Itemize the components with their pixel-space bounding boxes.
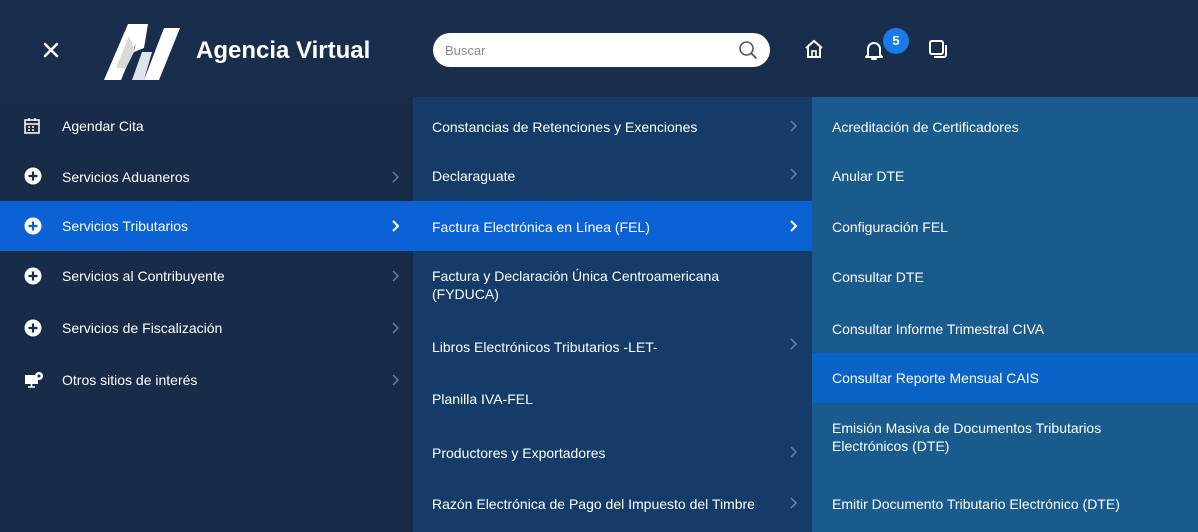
- menu-item-emision-masiva[interactable]: Emisión Masiva de Documentos Tributarios…: [812, 411, 1198, 467]
- chevron-right-icon: [392, 171, 399, 183]
- menu-item-label: Emitir Documento Tributario Electrónico …: [832, 496, 1120, 512]
- menu-item-anular-dte[interactable]: Anular DTE: [812, 151, 1198, 199]
- menu-item-label: Consultar Reporte Mensual CAIS: [832, 370, 1039, 386]
- chevron-right-icon: [392, 270, 399, 282]
- menu-item-factura-electronica[interactable]: Factura Electrónica en Línea (FEL): [413, 201, 812, 251]
- chevron-right-icon: [790, 338, 797, 350]
- menu-item-consultar-dte[interactable]: Consultar DTE: [812, 255, 1198, 303]
- menu-item-label: Servicios de Fiscalización: [62, 320, 223, 336]
- search-input[interactable]: [445, 39, 715, 61]
- menu-item-fyduca[interactable]: Factura y Declaración Única Centroameric…: [413, 257, 812, 313]
- chevron-right-icon: [790, 168, 797, 180]
- menu-item-label: Otros sitios de interés: [62, 372, 198, 388]
- menu-item-consultar-informe-civa[interactable]: Consultar Informe Trimestral CIVA: [812, 307, 1198, 355]
- notification-count-badge: 5: [883, 28, 909, 54]
- menu-item-label: Servicios al Contribuyente: [62, 268, 225, 284]
- calendar-icon: [24, 118, 40, 134]
- menu-item-label: Declaraguate: [432, 168, 516, 184]
- menu-item-libros-electronicos[interactable]: Libros Electrónicos Tributarios -LET-: [413, 325, 812, 371]
- menu-item-label: Factura y Declaración Única Centroameric…: [432, 268, 720, 302]
- menu-level-3: Acreditación de Certificadores Anular DT…: [812, 97, 1198, 532]
- menu-item-agendar-cita[interactable]: Agendar Cita: [0, 105, 413, 147]
- top-header: Agencia Virtual 5: [0, 0, 1198, 97]
- monitor-gear-icon: [25, 372, 43, 388]
- menu-item-label: Razón Electrónica de Pago del Impuesto d…: [432, 496, 755, 512]
- chevron-right-icon: [392, 220, 400, 232]
- menu-level-2: Constancias de Retenciones y Exenciones …: [413, 97, 812, 532]
- menu-item-servicios-aduaneros[interactable]: Servicios Aduaneros: [0, 153, 413, 201]
- close-icon[interactable]: [38, 37, 64, 63]
- menu-item-servicios-de-fiscalizacion[interactable]: Servicios de Fiscalización: [0, 307, 413, 355]
- menu-item-label: Emisión Masiva de Documentos Tributarios…: [832, 420, 1102, 454]
- windows-icon[interactable]: [927, 38, 949, 60]
- menu-item-label: Consultar Informe Trimestral CIVA: [832, 321, 1045, 337]
- agencia-virtual-app: Agencia Virtual 5: [0, 0, 1198, 532]
- menu-item-configuracion-fel[interactable]: Configuración FEL: [812, 203, 1198, 251]
- chevron-right-icon: [790, 220, 798, 232]
- plus-circle-icon: [24, 167, 42, 185]
- brand-title: Agencia Virtual: [196, 37, 371, 64]
- menu-item-planilla-iva-fel[interactable]: Planilla IVA-FEL: [413, 377, 812, 425]
- menu-item-label: Constancias de Retenciones y Exenciones: [432, 119, 698, 135]
- menu-level-1: Agendar Cita Servicios Aduaneros Servici…: [0, 97, 413, 532]
- menu-item-declaraguate[interactable]: Declaraguate: [413, 151, 812, 199]
- home-icon[interactable]: [803, 38, 825, 60]
- plus-circle-icon: [24, 267, 42, 285]
- chevron-right-icon: [790, 497, 797, 509]
- menu-item-label: Acreditación de Certificadores: [832, 119, 1019, 135]
- menu-item-label: Servicios Aduaneros: [62, 169, 190, 185]
- menu-item-label: Libros Electrónicos Tributarios -LET-: [432, 339, 658, 355]
- chevron-right-icon: [790, 446, 797, 458]
- search-bar[interactable]: [433, 33, 770, 67]
- menu-item-label: Anular DTE: [832, 168, 905, 184]
- menu-item-acreditacion[interactable]: Acreditación de Certificadores: [812, 103, 1198, 149]
- chevron-right-icon: [392, 322, 399, 334]
- menu-item-constancias[interactable]: Constancias de Retenciones y Exenciones: [413, 103, 812, 149]
- menu-item-servicios-al-contribuyente[interactable]: Servicios al Contribuyente: [0, 255, 413, 303]
- menu-item-label: Consultar DTE: [832, 269, 924, 285]
- menu-item-consultar-reporte-cais[interactable]: Consultar Reporte Mensual CAIS: [812, 353, 1198, 403]
- plus-circle-icon: [24, 319, 42, 337]
- menu-item-label: Agendar Cita: [62, 118, 144, 134]
- menu-item-emitir-dte[interactable]: Emitir Documento Tributario Electrónico …: [812, 483, 1198, 529]
- menu-item-label: Planilla IVA-FEL: [432, 391, 533, 407]
- chevron-right-icon: [392, 374, 399, 386]
- chevron-right-icon: [790, 120, 797, 132]
- agencia-virtual-logo: [104, 24, 180, 80]
- menu-item-servicios-tributarios[interactable]: Servicios Tributarios: [0, 201, 413, 251]
- plus-circle-icon: [24, 217, 42, 235]
- menu-item-label: Factura Electrónica en Línea (FEL): [432, 219, 650, 235]
- menu-item-razon-electronica[interactable]: Razón Electrónica de Pago del Impuesto d…: [413, 483, 812, 529]
- search-icon[interactable]: [738, 40, 758, 60]
- menu-item-label: Servicios Tributarios: [62, 218, 189, 234]
- menu-item-label: Productores y Exportadores: [432, 445, 606, 461]
- menu-item-otros-sitios[interactable]: Otros sitios de interés: [0, 359, 413, 407]
- menu-item-productores[interactable]: Productores y Exportadores: [413, 431, 812, 477]
- menu-item-label: Configuración FEL: [832, 219, 948, 235]
